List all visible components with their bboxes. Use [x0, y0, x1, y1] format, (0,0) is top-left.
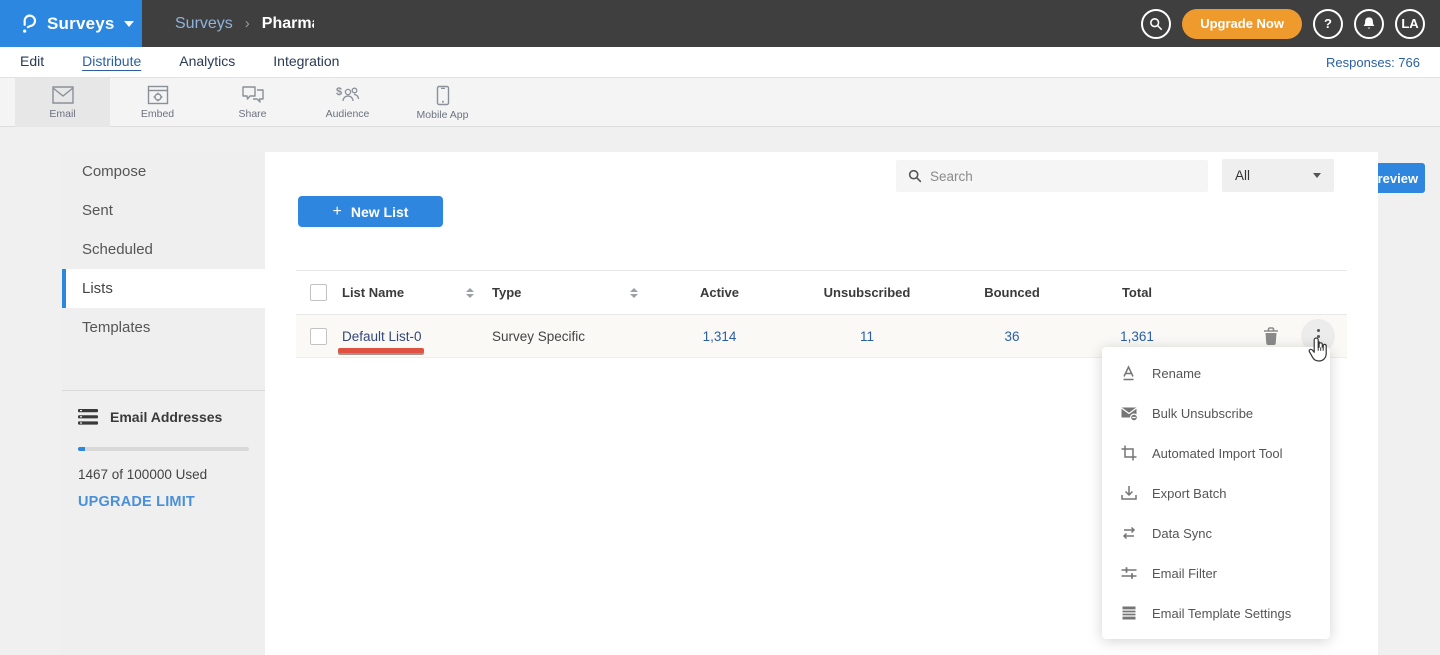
data-sync-icon [1120, 524, 1138, 542]
plus-icon: + [333, 203, 342, 221]
help-icon: ? [1324, 16, 1332, 31]
list-filter-dropdown[interactable]: All [1222, 159, 1334, 192]
automated-import-icon [1120, 444, 1138, 462]
channel-audience[interactable]: $ Audience [300, 78, 395, 127]
product-label: Surveys [47, 14, 115, 34]
email-template-settings-icon [1120, 604, 1138, 622]
bulk-unsubscribe-icon [1120, 404, 1138, 422]
email-filter-icon [1120, 564, 1138, 582]
search-input[interactable] [930, 169, 1196, 184]
breadcrumb-survey-name: Pharma [262, 15, 314, 33]
channel-label: Share [238, 108, 266, 120]
distribute-channel-bar: Email Embed Share $ Audience Mobile App [0, 78, 1440, 127]
new-list-button[interactable]: + New List [298, 196, 443, 227]
total-count[interactable]: 1,361 [1077, 329, 1197, 344]
notifications-button[interactable] [1354, 9, 1384, 39]
channel-label: Mobile App [417, 109, 469, 121]
list-lines-icon [78, 409, 98, 425]
audience-icon: $ [335, 85, 361, 105]
filter-value: All [1235, 168, 1250, 183]
sort-icon[interactable] [466, 288, 474, 298]
questionpro-logo-icon [18, 13, 38, 35]
menu-item-export-batch[interactable]: Export Batch [1102, 473, 1330, 513]
upgrade-limit-link[interactable]: UPGRADE LIMIT [78, 494, 249, 510]
sidebar-item-compose[interactable]: Compose [62, 152, 265, 191]
search-button[interactable] [1141, 9, 1171, 39]
breadcrumb-surveys-link[interactable]: Surveys [175, 15, 233, 33]
channel-mobile-app[interactable]: Mobile App [395, 78, 490, 127]
top-header: Surveys Surveys › Pharma Upgrade Now ? L… [0, 0, 1440, 47]
export-batch-icon [1120, 484, 1138, 502]
tab-integration[interactable]: Integration [273, 53, 339, 71]
rename-icon [1120, 364, 1138, 382]
row-checkbox[interactable] [310, 328, 327, 345]
email-usage-text: 1467 of 100000 Used [78, 467, 249, 482]
avatar[interactable]: LA [1395, 9, 1425, 39]
search-icon [908, 169, 922, 183]
red-annotation-underline [338, 348, 424, 353]
channel-email[interactable]: Email [15, 78, 110, 127]
mobile-app-icon [436, 85, 450, 106]
sidebar-item-templates[interactable]: Templates [62, 308, 265, 347]
col-list-name: List Name [342, 285, 404, 300]
lists-table: List Name Type Active Unsubscribed Bounc… [296, 270, 1347, 358]
table-header-row: List Name Type Active Unsubscribed Bounc… [296, 270, 1347, 315]
list-search [896, 160, 1208, 192]
list-type: Survey Specific [492, 329, 585, 344]
menu-item-data-sync[interactable]: Data Sync [1102, 513, 1330, 553]
active-count[interactable]: 1,314 [652, 329, 787, 344]
avatar-initials: LA [1401, 16, 1418, 31]
menu-item-email-template-settings[interactable]: Email Template Settings [1102, 593, 1330, 633]
channel-label: Audience [326, 108, 370, 120]
share-icon [241, 85, 265, 105]
breadcrumb: Surveys › Pharma [175, 0, 314, 47]
email-usage-progressbar [78, 447, 249, 451]
chevron-down-icon [1313, 173, 1321, 178]
tab-edit[interactable]: Edit [20, 53, 44, 71]
upgrade-now-button[interactable]: Upgrade Now [1182, 9, 1302, 39]
bounced-count[interactable]: 36 [947, 329, 1077, 344]
sidebar-item-scheduled[interactable]: Scheduled [62, 230, 265, 269]
col-unsubscribed: Unsubscribed [787, 285, 947, 300]
email-addresses-title: Email Addresses [110, 409, 222, 425]
kebab-icon [1317, 329, 1320, 332]
bell-icon [1362, 16, 1376, 31]
menu-item-email-filter[interactable]: Email Filter [1102, 553, 1330, 593]
chevron-down-icon [124, 21, 134, 27]
trash-icon [1263, 327, 1279, 345]
unsubscribed-count[interactable]: 11 [787, 329, 947, 344]
embed-icon [147, 85, 169, 105]
email-icon [51, 85, 75, 105]
product-switcher[interactable]: Surveys [0, 0, 142, 47]
channel-label: Email [49, 108, 75, 120]
menu-item-rename[interactable]: Rename [1102, 353, 1330, 393]
help-button[interactable]: ? [1313, 9, 1343, 39]
svg-text:$: $ [336, 86, 342, 98]
col-type: Type [492, 285, 521, 300]
channel-embed[interactable]: Embed [110, 78, 205, 127]
channel-share[interactable]: Share [205, 78, 300, 127]
delete-list-button[interactable] [1263, 327, 1279, 345]
col-active: Active [652, 285, 787, 300]
col-bounced: Bounced [947, 285, 1077, 300]
tab-analytics[interactable]: Analytics [179, 53, 235, 71]
menu-item-bulk-unsubscribe[interactable]: Bulk Unsubscribe [1102, 393, 1330, 433]
search-icon [1149, 17, 1163, 31]
tab-distribute[interactable]: Distribute [82, 53, 141, 71]
row-actions-menu: Rename Bulk Unsubscribe Automated Import… [1102, 347, 1330, 639]
sidebar-item-sent[interactable]: Sent [62, 191, 265, 230]
menu-item-automated-import-tool[interactable]: Automated Import Tool [1102, 433, 1330, 473]
breadcrumb-separator: › [245, 15, 250, 32]
email-addresses-section: Email Addresses 1467 of 100000 Used UPGR… [62, 390, 265, 510]
sidebar-item-lists[interactable]: Lists [62, 269, 265, 308]
list-name-link[interactable]: Default List-0 [342, 329, 422, 344]
sort-icon[interactable] [630, 288, 638, 298]
responses-count[interactable]: Responses: 766 [1326, 55, 1420, 70]
col-total: Total [1077, 285, 1197, 300]
email-sidebar: Compose Sent Scheduled Lists Templates E… [62, 152, 265, 655]
channel-label: Embed [141, 108, 174, 120]
survey-tab-bar: Edit Distribute Analytics Integration Re… [0, 47, 1440, 78]
select-all-checkbox[interactable] [310, 284, 327, 301]
